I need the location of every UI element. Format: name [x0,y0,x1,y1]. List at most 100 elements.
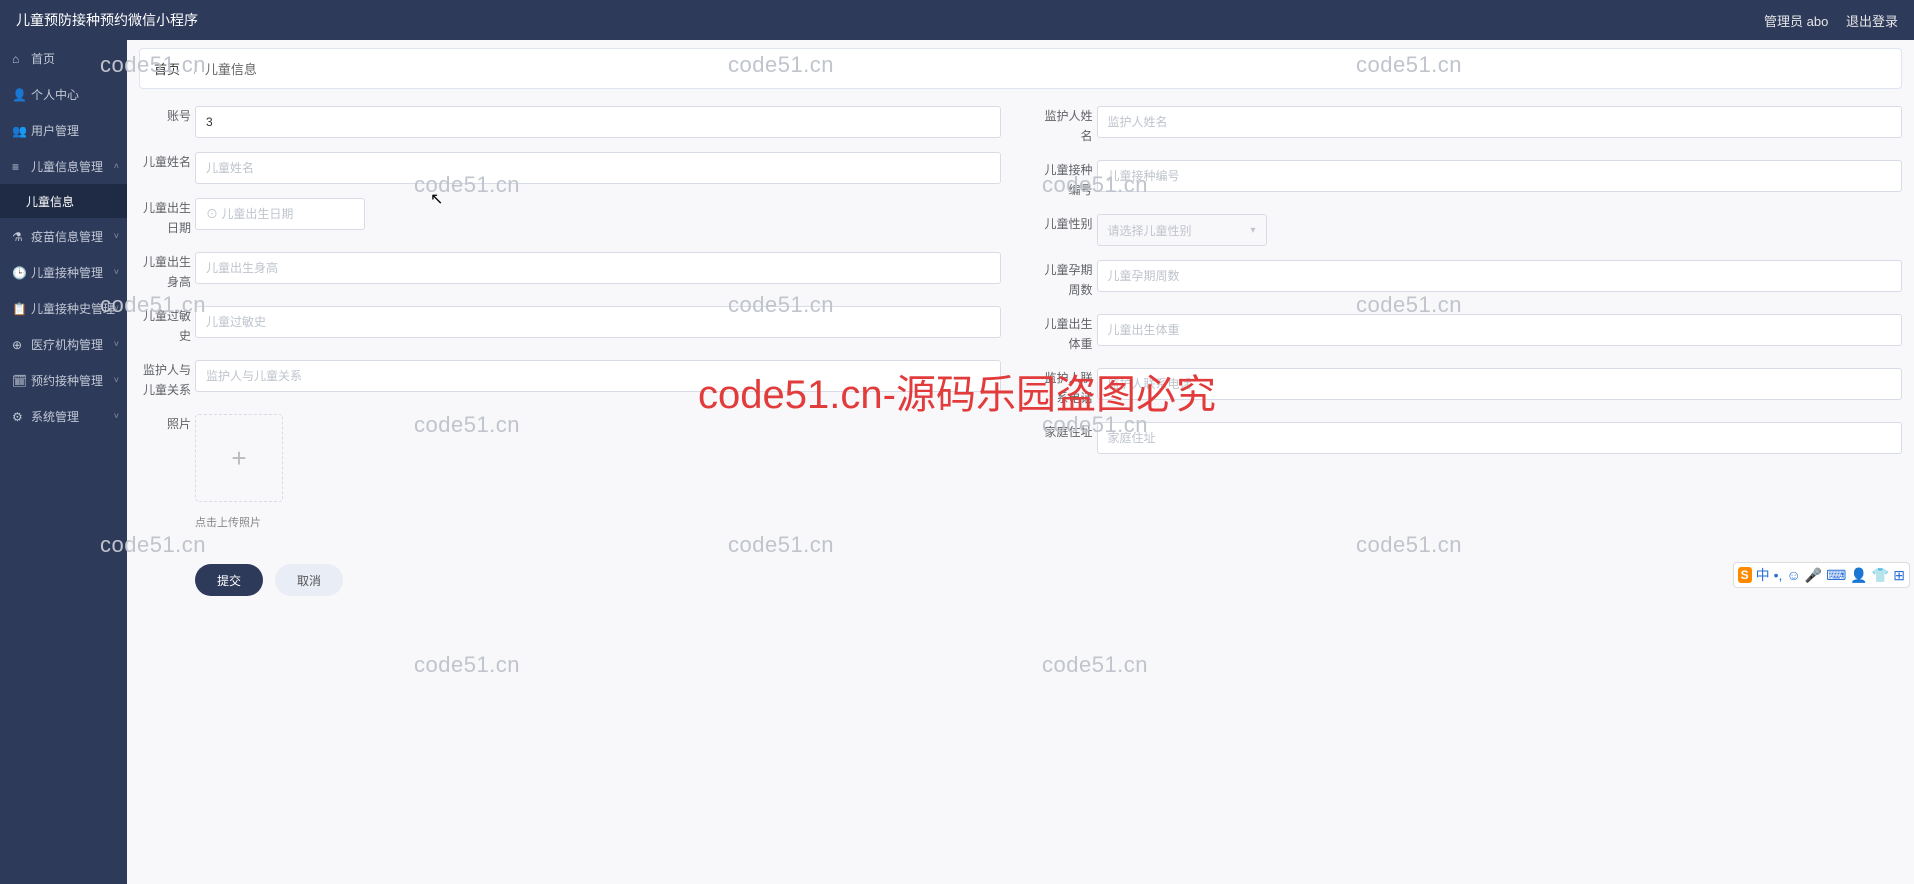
calendar-icon: 🗓 [12,374,24,386]
ime-cn-icon: 中 [1756,565,1770,585]
form-label: 儿童出生身高 [139,252,195,292]
sidebar-item-1[interactable]: 👤个人中心 [0,76,127,112]
sidebar-label: 儿童信息管理 [31,158,103,175]
sidebar-sub-child-info[interactable]: 儿童信息 [0,184,127,218]
form-label: 家庭住址 [1041,422,1097,442]
form-row: 儿童性别请选择儿童性别▾ [1041,207,1903,253]
input-left-1[interactable] [195,152,1001,184]
main: 首页 / 儿童信息 账号儿童姓名儿童出生日期儿童出生身高儿童过敏史监护人与儿童关… [127,40,1914,627]
form-label: 照片 [139,414,195,434]
input-right-1[interactable] [1097,160,1903,192]
select-right-2[interactable]: 请选择儿童性别▾ [1097,214,1267,246]
sidebar-item-9[interactable]: ⚙ 系统管理 ˅ [0,398,127,434]
input-left-0[interactable] [195,106,1001,138]
chevron-icon: ˄ [114,161,119,171]
form-row: 儿童姓名 [139,145,1001,191]
user-icon: 👤 [12,88,24,100]
input-right-6[interactable] [1097,422,1903,454]
sidebar-item-4[interactable]: ⚗ 疫苗信息管理 ˅ [0,218,127,254]
chevron-icon: ˅ [114,375,119,385]
gear-icon: ⚙ [12,410,24,422]
sogou-icon: S [1738,567,1752,583]
sidebar-item-6[interactable]: 📋 儿童接种史管理˅ [0,290,127,326]
submit-button[interactable]: 提交 [195,564,263,596]
ime-user-icon: 👤 [1850,567,1867,584]
chevron-icon: ˅ [114,231,119,241]
input-right-3[interactable] [1097,260,1903,292]
list-icon: ≡ [12,160,24,172]
sidebar-label: 预约接种管理 [31,372,103,389]
input-right-5[interactable] [1097,368,1903,400]
sidebar: ⌂ 首页 👤个人中心 👥 用户管理 ≡ 儿童信息管理 ˄ 儿童信息 ⚗ 疫苗信息管理 ˅ 🕒 儿童接种管理… [0,40,127,884]
input-left-4[interactable] [195,306,1001,338]
input-left-3[interactable] [195,252,1001,284]
logout-link[interactable]: 退出登录 [1846,14,1898,29]
form-label: 监护人联系电话 [1041,368,1097,408]
input-left-5[interactable] [195,360,1001,392]
form-row: 家庭住址 [1041,415,1903,461]
sidebar-item-0[interactable]: ⌂ 首页 [0,40,127,76]
form-label: 儿童出生日期 [139,198,195,238]
sidebar-item-2[interactable]: 👥 用户管理 [0,112,127,148]
sidebar-label: 医疗机构管理 [31,336,103,353]
header: 儿童预防接种预约微信小程序 管理员 abo 退出登录 [0,0,1914,40]
chevron-down-icon: ▾ [1250,225,1255,236]
form-row: 儿童孕期周数 [1041,253,1903,307]
form-label: 监护人与儿童关系 [139,360,195,400]
app-title: 儿童预防接种预约微信小程序 [16,10,198,30]
form-row-image: 照片+ 点击上传照片 [139,407,1001,537]
sidebar-item-8[interactable]: 🗓 预约接种管理 ˅ [0,362,127,398]
form-row: 儿童出生日期 [139,191,1001,245]
form-label: 儿童接种编号 [1041,160,1097,200]
sidebar-label: 儿童接种管理 [31,264,103,281]
chevron-icon: ˅ [114,303,119,313]
admin-link[interactable]: 管理员 abo [1764,14,1828,29]
input-left-2[interactable] [195,198,365,230]
breadcrumb: 首页 / 儿童信息 [139,48,1902,89]
input-right-4[interactable] [1097,314,1903,346]
history-icon: 📋 [12,302,24,314]
sidebar-label: 疫苗信息管理 [31,228,103,245]
form-label: 儿童性别 [1041,214,1097,234]
upload-tip: 点击上传照片 [195,514,1001,530]
form-label: 儿童出生体重 [1041,314,1097,354]
form-row: 账号 [139,99,1001,145]
sidebar-item-3[interactable]: ≡ 儿童信息管理 ˄ [0,148,127,184]
form-row: 监护人联系电话 [1041,361,1903,415]
cancel-button[interactable]: 取消 [275,564,343,596]
image-upload[interactable]: + [195,414,283,502]
sidebar-label: 儿童接种史管理 [31,300,115,317]
sidebar-label: 首页 [31,50,55,67]
form-col-right: 监护人姓名儿童接种编号儿童性别请选择儿童性别▾儿童孕期周数儿童出生体重监护人联系… [1041,99,1903,603]
form-row: 监护人与儿童关系 [139,353,1001,407]
chevron-icon: ˅ [114,411,119,421]
hospital-icon: ⊕ [12,338,24,350]
users-icon: 👥 [12,124,24,136]
ime-toolbar: S 中 •, ☺ 🎤 ⌨ 👤 👕 ⊞ [1733,562,1910,588]
watermark: code51.cn [1042,652,1148,678]
input-right-0[interactable] [1097,106,1903,138]
form-row: 儿童接种编号 [1041,153,1903,207]
breadcrumb-current: 儿童信息 [205,62,257,77]
vial-icon: ⚗ [12,230,24,242]
clock-icon: 🕒 [12,266,24,278]
sidebar-label: 系统管理 [31,408,79,425]
sidebar-item-7[interactable]: ⊕ 医疗机构管理 ˅ [0,326,127,362]
chevron-icon: ˅ [114,339,119,349]
home-icon: ⌂ [12,52,24,64]
breadcrumb-sep: / [194,62,198,77]
form-row: 儿童过敏史 [139,299,1001,353]
breadcrumb-home[interactable]: 首页 [154,62,180,77]
form-label: 儿童过敏史 [139,306,195,346]
form-label: 儿童孕期周数 [1041,260,1097,300]
form-col-left: 账号儿童姓名儿童出生日期儿童出生身高儿童过敏史监护人与儿童关系照片+ 点击上传照片… [139,99,1001,603]
ime-punct-icon: •, [1774,567,1783,583]
form-row: 监护人姓名 [1041,99,1903,153]
ime-mic-icon: 🎤 [1805,567,1822,584]
form-row-actions: 提交取消 [139,537,1001,603]
sidebar-label: 用户管理 [31,122,79,139]
watermark: code51.cn [414,652,520,678]
ime-smile-icon: ☺ [1786,567,1800,583]
sidebar-item-5[interactable]: 🕒儿童接种管理˅ [0,254,127,290]
form-row: 儿童出生身高 [139,245,1001,299]
